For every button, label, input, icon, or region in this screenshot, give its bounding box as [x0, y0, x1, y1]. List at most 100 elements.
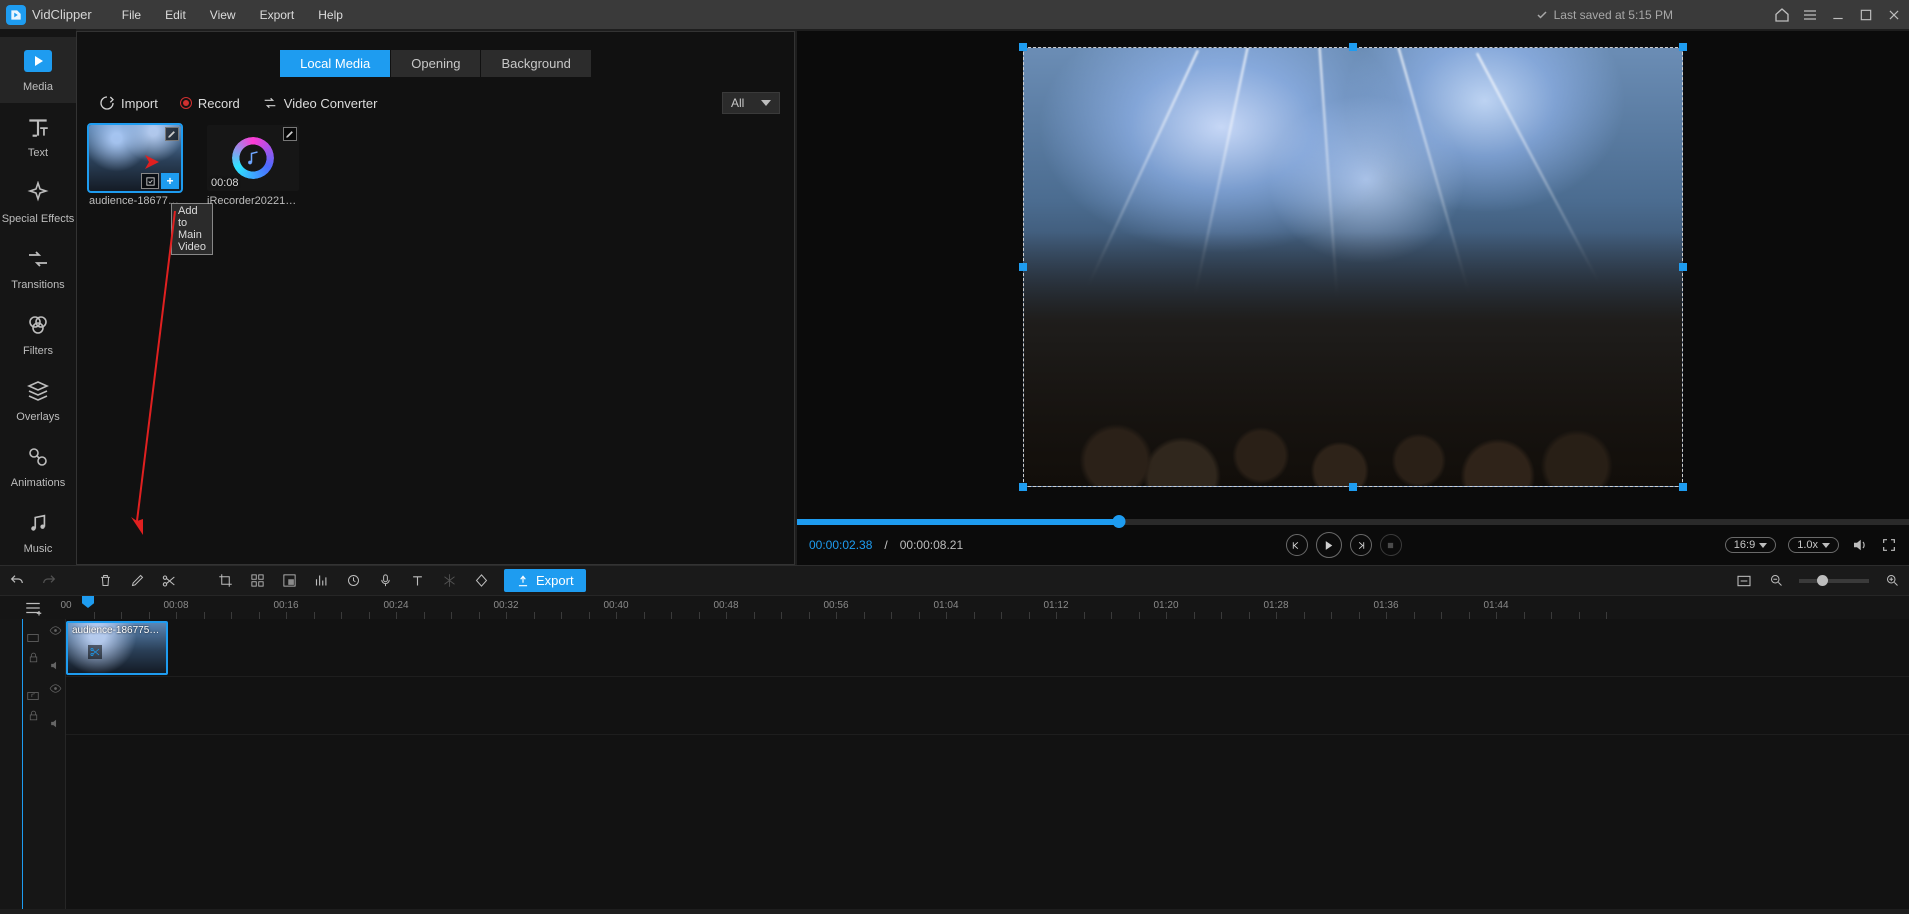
- import-button[interactable]: Import: [91, 91, 166, 115]
- side-rail-special-effects[interactable]: Special Effects: [0, 169, 76, 235]
- side-rail-text[interactable]: Text: [0, 103, 76, 169]
- edit-icon[interactable]: [165, 127, 179, 141]
- resize-handle[interactable]: [1679, 483, 1687, 491]
- resize-handle[interactable]: [1349, 483, 1357, 491]
- track-mute-icon[interactable]: [48, 716, 62, 730]
- timeline-clip[interactable]: audience-1867754…: [66, 621, 168, 675]
- stop-button[interactable]: [1380, 534, 1402, 556]
- video-converter-label: Video Converter: [284, 96, 378, 111]
- menu-export[interactable]: Export: [248, 2, 307, 28]
- media-grid: + audience-186775… Add to Main Video 00:…: [89, 125, 782, 207]
- tab-local-media[interactable]: Local Media: [280, 50, 390, 77]
- side-rail-music[interactable]: Music: [0, 499, 76, 565]
- resize-handle[interactable]: [1019, 263, 1027, 271]
- fullscreen-icon[interactable]: [1881, 537, 1897, 553]
- track-visibility-icon[interactable]: [48, 623, 62, 637]
- track-lock-icon[interactable]: [26, 709, 40, 723]
- resize-handle[interactable]: [1019, 483, 1027, 491]
- clip-split-icon[interactable]: [88, 645, 102, 659]
- media-filter-value: All: [731, 96, 744, 110]
- track-head: [0, 619, 66, 676]
- side-rail-media[interactable]: Media: [0, 37, 76, 103]
- track-video-icon[interactable]: [26, 631, 40, 645]
- resize-handle[interactable]: [1349, 43, 1357, 51]
- edit-icon[interactable]: [128, 572, 146, 590]
- side-rail-transitions[interactable]: Transitions: [0, 235, 76, 301]
- crop-icon[interactable]: [216, 572, 234, 590]
- track-audio-icon[interactable]: [26, 689, 40, 703]
- undo-icon[interactable]: [8, 572, 26, 590]
- media-item-name: iRecorder202210…: [207, 195, 299, 207]
- histogram-icon[interactable]: [312, 572, 330, 590]
- playhead-flag[interactable]: [82, 596, 94, 619]
- track-lock-icon[interactable]: [26, 651, 40, 665]
- ruler-label: 01:44: [1483, 600, 1508, 611]
- track-mute-icon[interactable]: [48, 658, 62, 672]
- media-item[interactable]: + audience-186775… Add to Main Video: [89, 125, 181, 207]
- media-item-duration: 00:08: [211, 177, 239, 189]
- keyframe-icon[interactable]: [472, 572, 490, 590]
- edit-icon[interactable]: [283, 127, 297, 141]
- zoom-out-icon[interactable]: [1767, 572, 1785, 590]
- play-button[interactable]: [1316, 532, 1342, 558]
- zoom-slider[interactable]: [1799, 579, 1869, 583]
- add-track-icon[interactable]: [24, 599, 42, 617]
- resize-handle[interactable]: [1679, 43, 1687, 51]
- seek-handle[interactable]: [1113, 515, 1126, 528]
- ruler-label: 01:20: [1153, 600, 1178, 611]
- ruler-label: 00:24: [383, 600, 408, 611]
- playback-speed-dropdown[interactable]: 1.0x: [1788, 537, 1839, 553]
- zoom-region-icon[interactable]: [280, 572, 298, 590]
- media-toolbar: Import Record Video Converter All: [77, 87, 794, 125]
- minimize-icon[interactable]: [1829, 6, 1847, 24]
- track-row-video[interactable]: audience-1867754…: [66, 619, 1909, 677]
- side-rail-overlays[interactable]: Overlays: [0, 367, 76, 433]
- overlays-icon: [24, 377, 52, 405]
- fit-icon[interactable]: [1735, 572, 1753, 590]
- add-to-timeline-button[interactable]: +: [161, 173, 179, 189]
- redo-icon: [40, 572, 58, 590]
- hamburger-icon[interactable]: [1801, 6, 1819, 24]
- next-frame-button[interactable]: [1350, 534, 1372, 556]
- text-tool-icon[interactable]: [408, 572, 426, 590]
- voiceover-icon[interactable]: [376, 572, 394, 590]
- resize-handle[interactable]: [1019, 43, 1027, 51]
- video-converter-button[interactable]: Video Converter: [254, 91, 386, 115]
- close-icon[interactable]: [1885, 6, 1903, 24]
- split-icon[interactable]: [160, 572, 178, 590]
- preview-seekbar[interactable]: [797, 519, 1909, 525]
- track-row-audio[interactable]: [66, 677, 1909, 735]
- duration-icon[interactable]: [344, 572, 362, 590]
- menu-view[interactable]: View: [198, 2, 248, 28]
- preview-controls: 00:00:02.38 / 00:00:08.21 16:9 1.0x: [797, 525, 1909, 565]
- preview-frame[interactable]: [1023, 47, 1683, 487]
- side-rail-filters[interactable]: Filters: [0, 301, 76, 367]
- menu-file[interactable]: File: [110, 2, 153, 28]
- media-filter-dropdown[interactable]: All: [722, 92, 780, 114]
- record-button[interactable]: Record: [172, 92, 248, 115]
- home-icon[interactable]: [1773, 6, 1791, 24]
- text-icon: [24, 113, 52, 141]
- side-rail-label: Text: [28, 147, 48, 159]
- export-button[interactable]: Export: [504, 569, 586, 592]
- menu-help[interactable]: Help: [306, 2, 355, 28]
- tab-background[interactable]: Background: [481, 50, 590, 77]
- ruler-label: 00:16: [273, 600, 298, 611]
- resize-handle[interactable]: [1679, 263, 1687, 271]
- chevron-down-icon: [1822, 543, 1830, 548]
- side-rail-animations[interactable]: Animations: [0, 433, 76, 499]
- mosaic-icon[interactable]: [248, 572, 266, 590]
- volume-icon[interactable]: [1851, 536, 1869, 554]
- apply-icon[interactable]: [141, 173, 159, 189]
- timeline-ruler[interactable]: 0000:0800:1600:2400:3200:4000:4800:5601:…: [0, 595, 1909, 619]
- trash-icon[interactable]: [96, 572, 114, 590]
- tab-opening[interactable]: Opening: [391, 50, 480, 77]
- prev-frame-button[interactable]: [1286, 534, 1308, 556]
- zoom-slider-handle[interactable]: [1817, 575, 1828, 586]
- media-item[interactable]: 00:08 iRecorder202210…: [207, 125, 299, 207]
- track-visibility-icon[interactable]: [48, 681, 62, 695]
- zoom-in-icon[interactable]: [1883, 572, 1901, 590]
- menu-edit[interactable]: Edit: [153, 2, 198, 28]
- maximize-icon[interactable]: [1857, 6, 1875, 24]
- aspect-ratio-dropdown[interactable]: 16:9: [1725, 537, 1776, 553]
